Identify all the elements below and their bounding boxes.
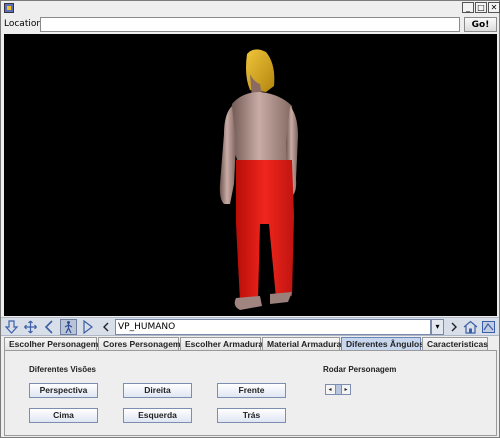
viewpoint-field[interactable]: VP_HUMANO (115, 319, 431, 335)
play-icon (83, 319, 93, 335)
location-input[interactable] (40, 17, 460, 32)
prev-viewpoint-button[interactable] (98, 319, 115, 335)
left-foot (234, 296, 262, 310)
tab-escolher-armadura[interactable]: Escolher Armadura (180, 337, 263, 350)
maximize-button[interactable]: □ (475, 2, 487, 13)
home-nav-button[interactable] (462, 319, 479, 335)
tab-diferentes-angulos[interactable]: Diferentes Ângulos (341, 337, 424, 351)
rotate-section-title: Rodar Personagem (323, 365, 397, 374)
torso (230, 92, 295, 162)
tab-caracteristicas[interactable]: Caracteristicas (422, 337, 488, 350)
back-nav-button[interactable] (41, 319, 58, 335)
navigation-toolbar: VP_HUMANO ▾ (1, 317, 499, 336)
views-section-title: Diferentes Visões (29, 365, 96, 374)
location-bar: Location: Go! (1, 16, 499, 33)
frente-button[interactable]: Frente (217, 383, 286, 398)
esquerda-button[interactable]: Esquerda (123, 408, 192, 423)
back-icon (44, 320, 53, 334)
title-bar: _ □ ✕ (1, 1, 500, 15)
next-viewpoint-icon (451, 322, 457, 332)
different-angles-panel: Diferentes Visões Rodar Personagem Persp… (4, 350, 497, 436)
walk-icon (64, 321, 73, 334)
home-icon (463, 320, 478, 334)
app-icon (4, 3, 14, 13)
rotate-right-button[interactable]: ▸ (342, 385, 350, 394)
application-window: _ □ ✕ Location: Go! VP_HUMANO ▾ Escolher… (0, 0, 500, 438)
next-viewpoint-button[interactable] (445, 319, 462, 335)
walk-nav-button[interactable] (60, 319, 77, 335)
move-nav-button[interactable] (22, 319, 39, 335)
tab-cores-personagem[interactable]: Cores Personagem (98, 337, 180, 350)
arrow-down-icon (4, 320, 19, 334)
settings-icon (482, 321, 495, 333)
right-foot (270, 292, 292, 304)
arrow-down-nav-button[interactable] (3, 319, 20, 335)
minimize-button[interactable]: _ (462, 2, 474, 13)
rotate-thumb[interactable] (335, 385, 342, 394)
close-button[interactable]: ✕ (488, 2, 500, 13)
pants (236, 160, 294, 302)
go-button[interactable]: Go! (464, 17, 497, 32)
tab-escolher-personagem[interactable]: Escolher Personagem (4, 337, 98, 350)
cima-button[interactable]: Cima (29, 408, 98, 423)
rotate-left-button[interactable]: ◂ (326, 385, 334, 394)
direita-button[interactable]: Direita (123, 383, 192, 398)
play-nav-button[interactable] (79, 319, 96, 335)
tras-button[interactable]: Trás (217, 408, 286, 423)
tab-material-armadura[interactable]: Material Armadura (262, 337, 341, 350)
perspectiva-button[interactable]: Perspectiva (29, 383, 98, 398)
viewpoint-dropdown-button[interactable]: ▾ (431, 319, 444, 335)
prev-viewpoint-icon (103, 322, 109, 332)
location-label: Location: (4, 19, 46, 29)
rotate-character-scroller[interactable]: ◂ ▸ (325, 384, 351, 395)
move-icon (24, 320, 37, 334)
character-model (219, 49, 298, 310)
3d-viewport[interactable] (4, 34, 497, 316)
settings-nav-button[interactable] (480, 319, 497, 335)
tab-bar: Escolher Personagem Cores Personagem Esc… (4, 337, 497, 351)
